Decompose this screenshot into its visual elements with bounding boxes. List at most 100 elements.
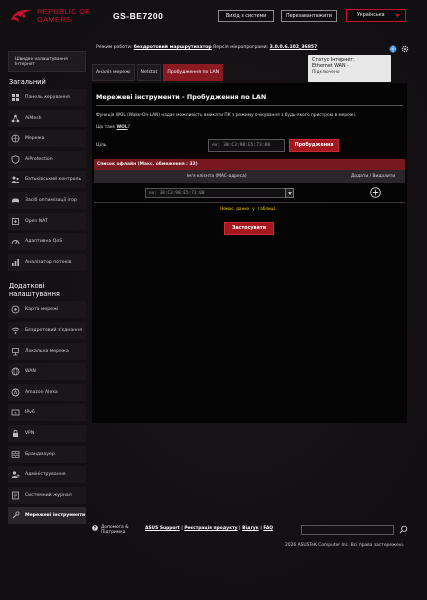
help-support[interactable]: ? Допомога & Підтримка — [92, 525, 129, 535]
what-is-suffix: ? — [127, 125, 130, 130]
open-nat-icon — [11, 217, 20, 226]
logout-button[interactable]: Вихід з системи — [218, 10, 274, 22]
tab-netstat[interactable]: Netstat — [136, 64, 162, 81]
add-circle-icon[interactable] — [370, 187, 381, 198]
asus-support-link[interactable]: ASUS Support — [145, 526, 180, 531]
sidebar-item[interactable]: Панель керування — [8, 89, 86, 106]
wake-button[interactable]: Пробудження — [289, 139, 339, 152]
sidebar-item[interactable]: AiProtection — [8, 150, 86, 168]
wol-description: Функція WOL (Wake-On-LAN) надає можливіс… — [96, 113, 357, 118]
wol-help-link[interactable]: WOL — [116, 125, 127, 130]
brand-text: REPUBLIC OF GAMERS — [37, 8, 90, 24]
sidebar-item-label: IPv6 — [25, 410, 35, 416]
sidebar-item-label: Локальна мережа — [25, 348, 69, 354]
firmware-label: Версія мікропрограми: — [213, 45, 269, 50]
sidebar-item[interactable]: Брандмауер — [8, 445, 86, 463]
apply-button[interactable]: Застосувати — [224, 222, 274, 235]
sidebar-item[interactable]: Засіб оптимізації ігор — [8, 191, 86, 209]
system-log-icon — [11, 491, 20, 500]
offline-add-row: ex: 30:C3:98:E5:73:00 — [94, 183, 405, 203]
sidebar-item-label: Мережа — [25, 136, 45, 142]
language-select[interactable]: Українська — [346, 9, 406, 22]
sidebar-item[interactable]: VPN — [8, 424, 86, 442]
sidebar-item[interactable]: Аналізатор потоків — [8, 253, 86, 271]
sidebar-item[interactable]: Адаптивна QoS — [8, 233, 86, 251]
ipv6-icon: 6 — [11, 408, 20, 417]
header: REPUBLIC OF GAMERS GS-BE7200 Вихід з сис… — [0, 0, 427, 40]
search-icon[interactable] — [399, 525, 408, 534]
sidebar-item-label: Адміністрування — [25, 472, 66, 478]
chevron-down-icon — [395, 14, 400, 20]
vpn-icon — [11, 429, 20, 438]
opmode-link[interactable]: бездротовий маршрутизатор — [134, 45, 212, 50]
network-map-icon — [11, 305, 20, 314]
sidebar: Швидке налаштування Інтернет Загальний П… — [8, 51, 86, 528]
aimesh-icon — [11, 114, 20, 123]
administration-icon — [11, 470, 20, 479]
main-panel: Мережеві інструменти - Пробудження по LA… — [92, 83, 407, 423]
sidebar-item[interactable]: AiMesh — [8, 109, 86, 127]
sidebar-item[interactable]: Amazon Alexa — [8, 383, 86, 401]
sidebar-item-label: WAN — [25, 369, 36, 375]
firmware-link[interactable]: 3.0.0.6.102_36857 — [270, 45, 318, 50]
status-bar: Режим роботи: бездротовий маршрутизатор … — [96, 45, 317, 50]
sidebar-item-label: Системний журнал — [25, 492, 72, 498]
sidebar-item[interactable]: Карта мережі — [8, 301, 86, 319]
sidebar-item-label: AiMesh — [25, 115, 42, 121]
network-icon — [11, 134, 20, 143]
internet-globe-icon[interactable] — [389, 45, 397, 53]
sidebar-item-label: Панель керування — [25, 95, 70, 100]
sidebar-item[interactable]: 6 IPv6 — [8, 404, 86, 422]
sidebar-item[interactable]: Бездротовий з'єднання — [8, 321, 86, 339]
general-nav: Панель керування AiMesh Мережа AiProtection… — [8, 89, 86, 271]
tab-wake-on-lan[interactable]: Пробудження по LAN — [163, 64, 224, 81]
empty-table-message: Немає даних у таблиці. — [220, 207, 279, 212]
sidebar-item-label: Адаптивна QoS — [25, 239, 63, 245]
sidebar-item[interactable]: Батьківський контроль — [8, 171, 86, 189]
title-divider — [96, 105, 403, 106]
quick-setup-button[interactable]: Швидке налаштування Інтернет — [8, 51, 86, 72]
rog-logo-icon — [11, 9, 31, 22]
sidebar-item[interactable]: Мережа — [8, 130, 86, 148]
sidebar-item-label: Карта мережі — [25, 307, 59, 313]
target-mac-input[interactable]: ex: 30:C3:98:E5:73:00 — [208, 139, 285, 152]
game-booster-icon — [11, 196, 20, 205]
sidebar-item-label: AiProtection — [25, 156, 53, 162]
reboot-button[interactable]: Перезавантажити — [281, 10, 337, 22]
sidebar-item-label: Open NAT — [25, 218, 48, 224]
advanced-section-title: Додаткові налаштування — [9, 282, 60, 299]
product-registration-link[interactable]: Реєстрація продукту — [184, 526, 237, 531]
client-list-dropdown[interactable] — [285, 188, 294, 198]
sidebar-item[interactable]: Системний журнал — [8, 486, 86, 504]
sidebar-item[interactable]: Адміністрування — [8, 466, 86, 484]
faq-link[interactable]: FAQ — [263, 526, 273, 531]
footer-links: ASUS Support | Реєстрація продукту | Від… — [145, 526, 274, 531]
network-tools-icon — [11, 511, 20, 520]
general-section-title: Загальний — [9, 78, 46, 86]
target-label: Ціль — [96, 143, 107, 148]
col-client-name: Ім'я клієнта (MAC-адреса) — [187, 174, 247, 179]
sidebar-item-label: VPN — [25, 430, 35, 436]
col-add-delete: Додати / Видалити — [351, 174, 396, 179]
client-mac-input[interactable]: ex: 30:C3:98:E5:73:00 — [145, 188, 288, 198]
sidebar-item[interactable]: Локальна мережа — [8, 342, 86, 360]
help-icon: ? — [92, 525, 98, 531]
firewall-icon — [11, 450, 20, 459]
traffic-analyzer-icon — [11, 258, 20, 267]
opmode-label: Режим роботи: — [96, 45, 133, 50]
alexa-icon — [11, 388, 20, 397]
sidebar-item[interactable]: Open NAT — [8, 212, 86, 230]
svg-text:6: 6 — [15, 411, 17, 415]
help-line2: Підтримка — [101, 530, 126, 536]
tab-network-analysis[interactable]: Аналіз мережі — [92, 64, 135, 81]
settings-gear-icon[interactable] — [401, 45, 409, 53]
sidebar-item-label: Amazon Alexa — [25, 389, 58, 395]
feedback-link[interactable]: Відгук — [242, 526, 259, 531]
wireless-icon — [11, 326, 20, 335]
language-value: Українська — [357, 13, 385, 18]
faq-search-input[interactable] — [301, 525, 394, 535]
page-title: Мережеві інструменти - Пробудження по LA… — [96, 93, 267, 101]
sidebar-item[interactable]: WAN — [8, 363, 86, 381]
sidebar-item-label: Бездротовий з'єднання — [25, 327, 82, 333]
sidebar-item[interactable]: Мережеві інструменти — [8, 507, 86, 525]
